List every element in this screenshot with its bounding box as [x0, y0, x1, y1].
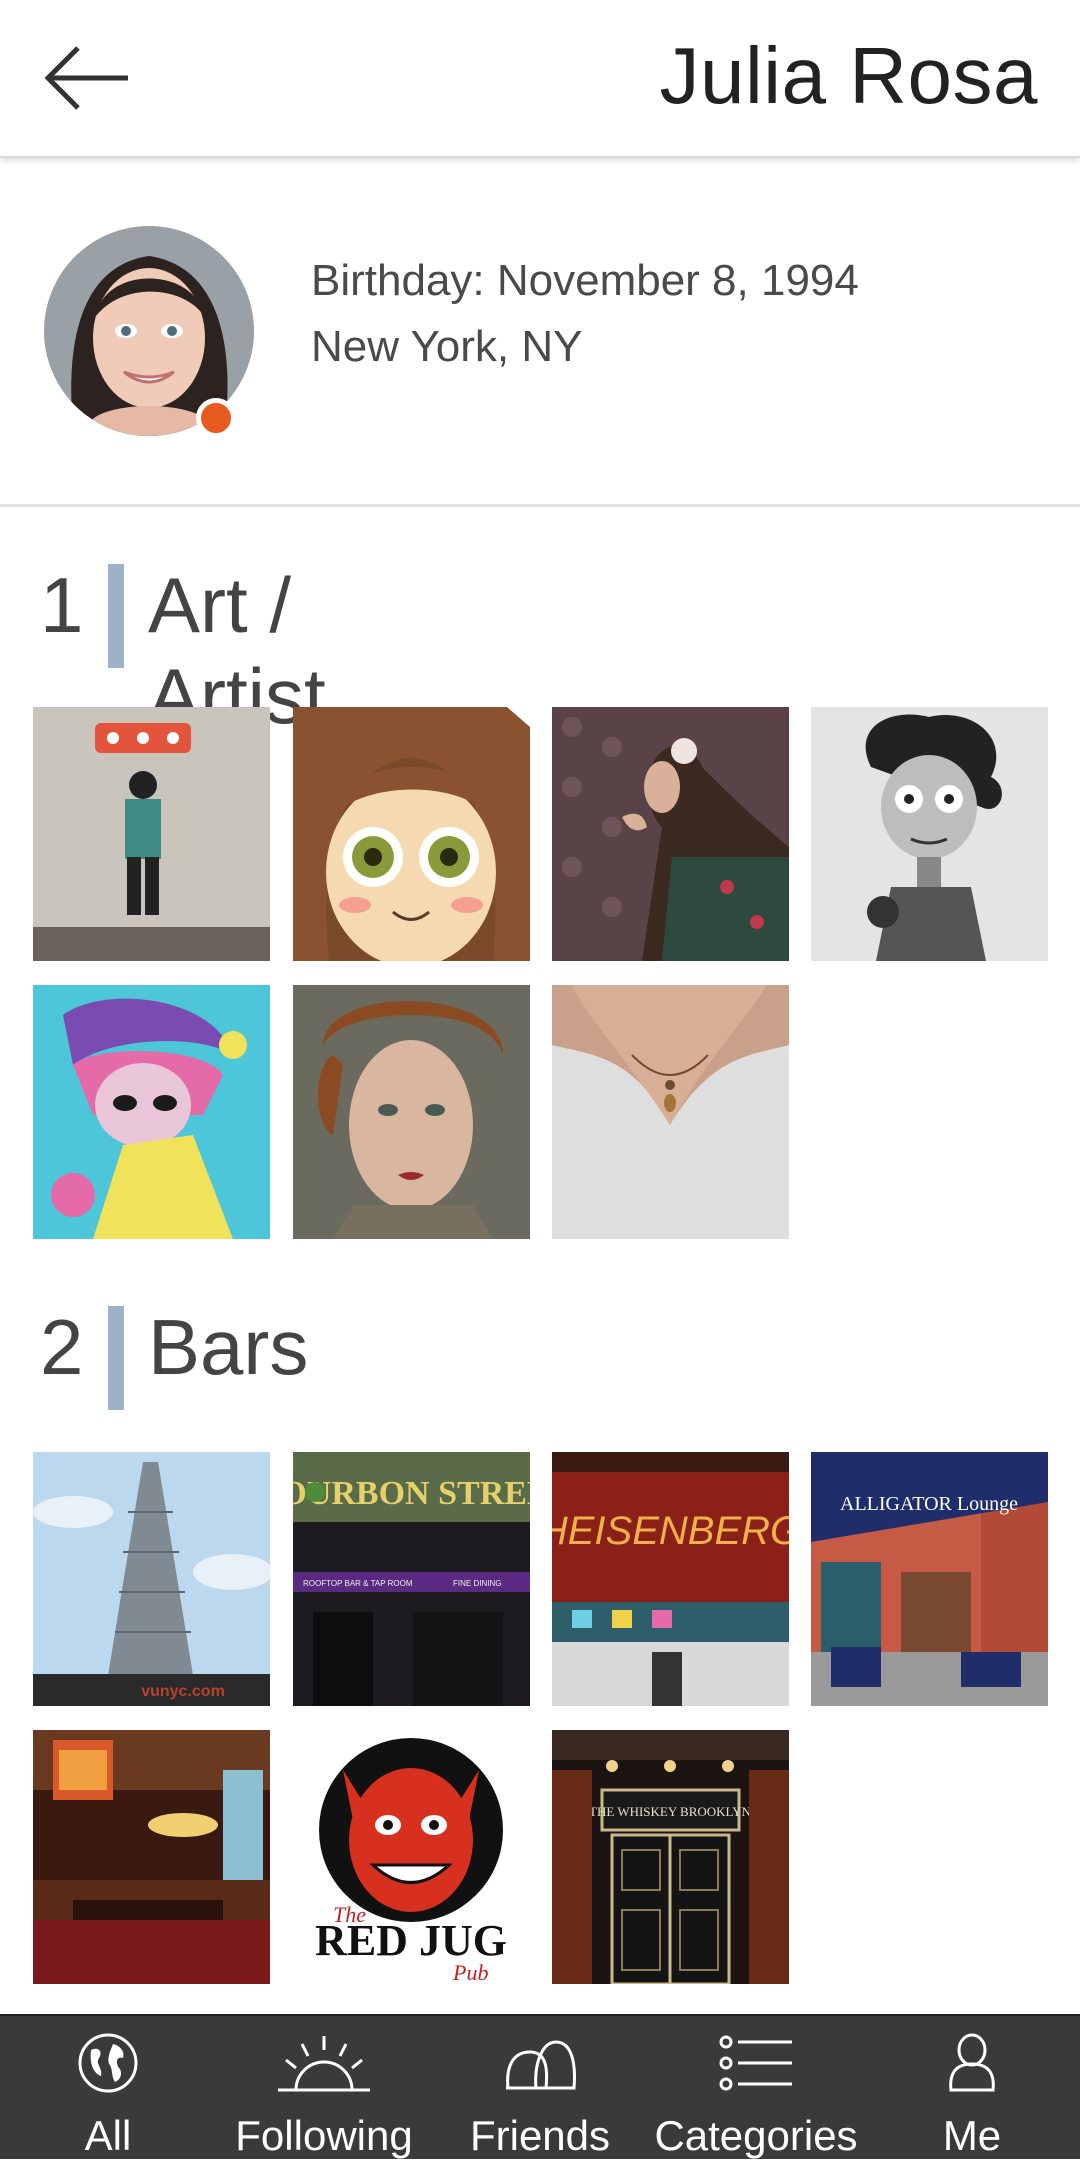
- alligator-sign: ALLIGATOR Lounge: [840, 1493, 1018, 1515]
- nav-label: Following: [235, 2112, 413, 2159]
- nav-item-following[interactable]: Following: [216, 2016, 432, 2159]
- page-title: Julia Rosa: [659, 31, 1038, 120]
- thumb-colorful-girl-drawing[interactable]: [33, 985, 270, 1239]
- nav-label: Me: [942, 2112, 1002, 2159]
- thumb-heisenberg[interactable]: HEISENBERG: [552, 1452, 789, 1706]
- section-number: 2: [40, 1303, 84, 1391]
- app-header: Julia Rosa: [0, 0, 1080, 158]
- bourbon-sub-right: FINE DINING: [453, 1579, 501, 1588]
- thumb-the-whiskey-brooklyn[interactable]: THE WHISKEY BROOKLYN: [552, 1730, 789, 1984]
- redjug-pub: Pub: [452, 1960, 488, 1984]
- thumb-woman-portrait-wall[interactable]: [552, 707, 789, 961]
- friends-icon: [506, 2040, 576, 2090]
- section-divider: [108, 1306, 124, 1410]
- thumb-bar-interior[interactable]: [33, 1730, 270, 1984]
- location-text: New York, NY: [311, 322, 583, 371]
- nav-label: Categories: [654, 2112, 858, 2159]
- thumb-street-art-kid[interactable]: [33, 707, 270, 961]
- nav-item-me[interactable]: Me: [864, 2016, 1080, 2159]
- whiskey-sign: THE WHISKEY BROOKLYN: [589, 1804, 752, 1819]
- nav-item-categories[interactable]: Categories: [648, 2016, 864, 2159]
- nav-item-friends[interactable]: Friends: [432, 2016, 648, 2159]
- thumb-cartoon-girl[interactable]: [293, 707, 530, 961]
- thumb-bourbon-street[interactable]: BOURBON STREET ROOFTOP BAR & TAP ROOM FI…: [293, 1452, 530, 1706]
- bottom-navigation: All Following Friends Categories Me: [0, 2014, 1080, 2159]
- section-title: Bars: [148, 1303, 309, 1391]
- thumb-empire-state-building[interactable]: vunyc.com: [33, 1452, 270, 1706]
- nav-label: Friends: [469, 2112, 611, 2159]
- nav-label: All: [84, 2112, 132, 2159]
- redjug-main: RED JUG: [315, 1916, 507, 1965]
- section-number: 1: [40, 561, 84, 649]
- online-status-dot: [196, 398, 236, 438]
- nav-item-all[interactable]: All: [0, 2016, 216, 2159]
- bourbon-sub-left: ROOFTOP BAR & TAP ROOM: [303, 1579, 413, 1588]
- thumb-tim-burton-figure[interactable]: [811, 707, 1048, 961]
- avatar[interactable]: [44, 226, 254, 438]
- bourbon-sign: BOURBON STREET: [293, 1475, 530, 1512]
- birthday-text: Birthday: November 8, 1994: [311, 256, 859, 305]
- list-icon: [719, 2035, 792, 2091]
- person-icon: [949, 2033, 995, 2092]
- thumb-alligator-lounge[interactable]: ALLIGATOR Lounge: [811, 1452, 1048, 1706]
- section-divider: [108, 564, 124, 668]
- back-button[interactable]: [40, 36, 140, 120]
- arrow-left-icon: [44, 46, 128, 110]
- vunyc-watermark: vunyc.com: [141, 1683, 225, 1700]
- thumb-painted-woman-face[interactable]: [293, 985, 530, 1239]
- thumb-necklace-photo[interactable]: [552, 985, 789, 1239]
- thumb-the-red-jug-pub[interactable]: The RED JUG Pub: [293, 1730, 530, 1984]
- sun-icon: [278, 2036, 370, 2092]
- heisenberg-sign: HEISENBERG: [552, 1509, 789, 1553]
- profile-card: Birthday: November 8, 1994 New York, NY: [0, 158, 1080, 507]
- globe-icon: [78, 2033, 138, 2093]
